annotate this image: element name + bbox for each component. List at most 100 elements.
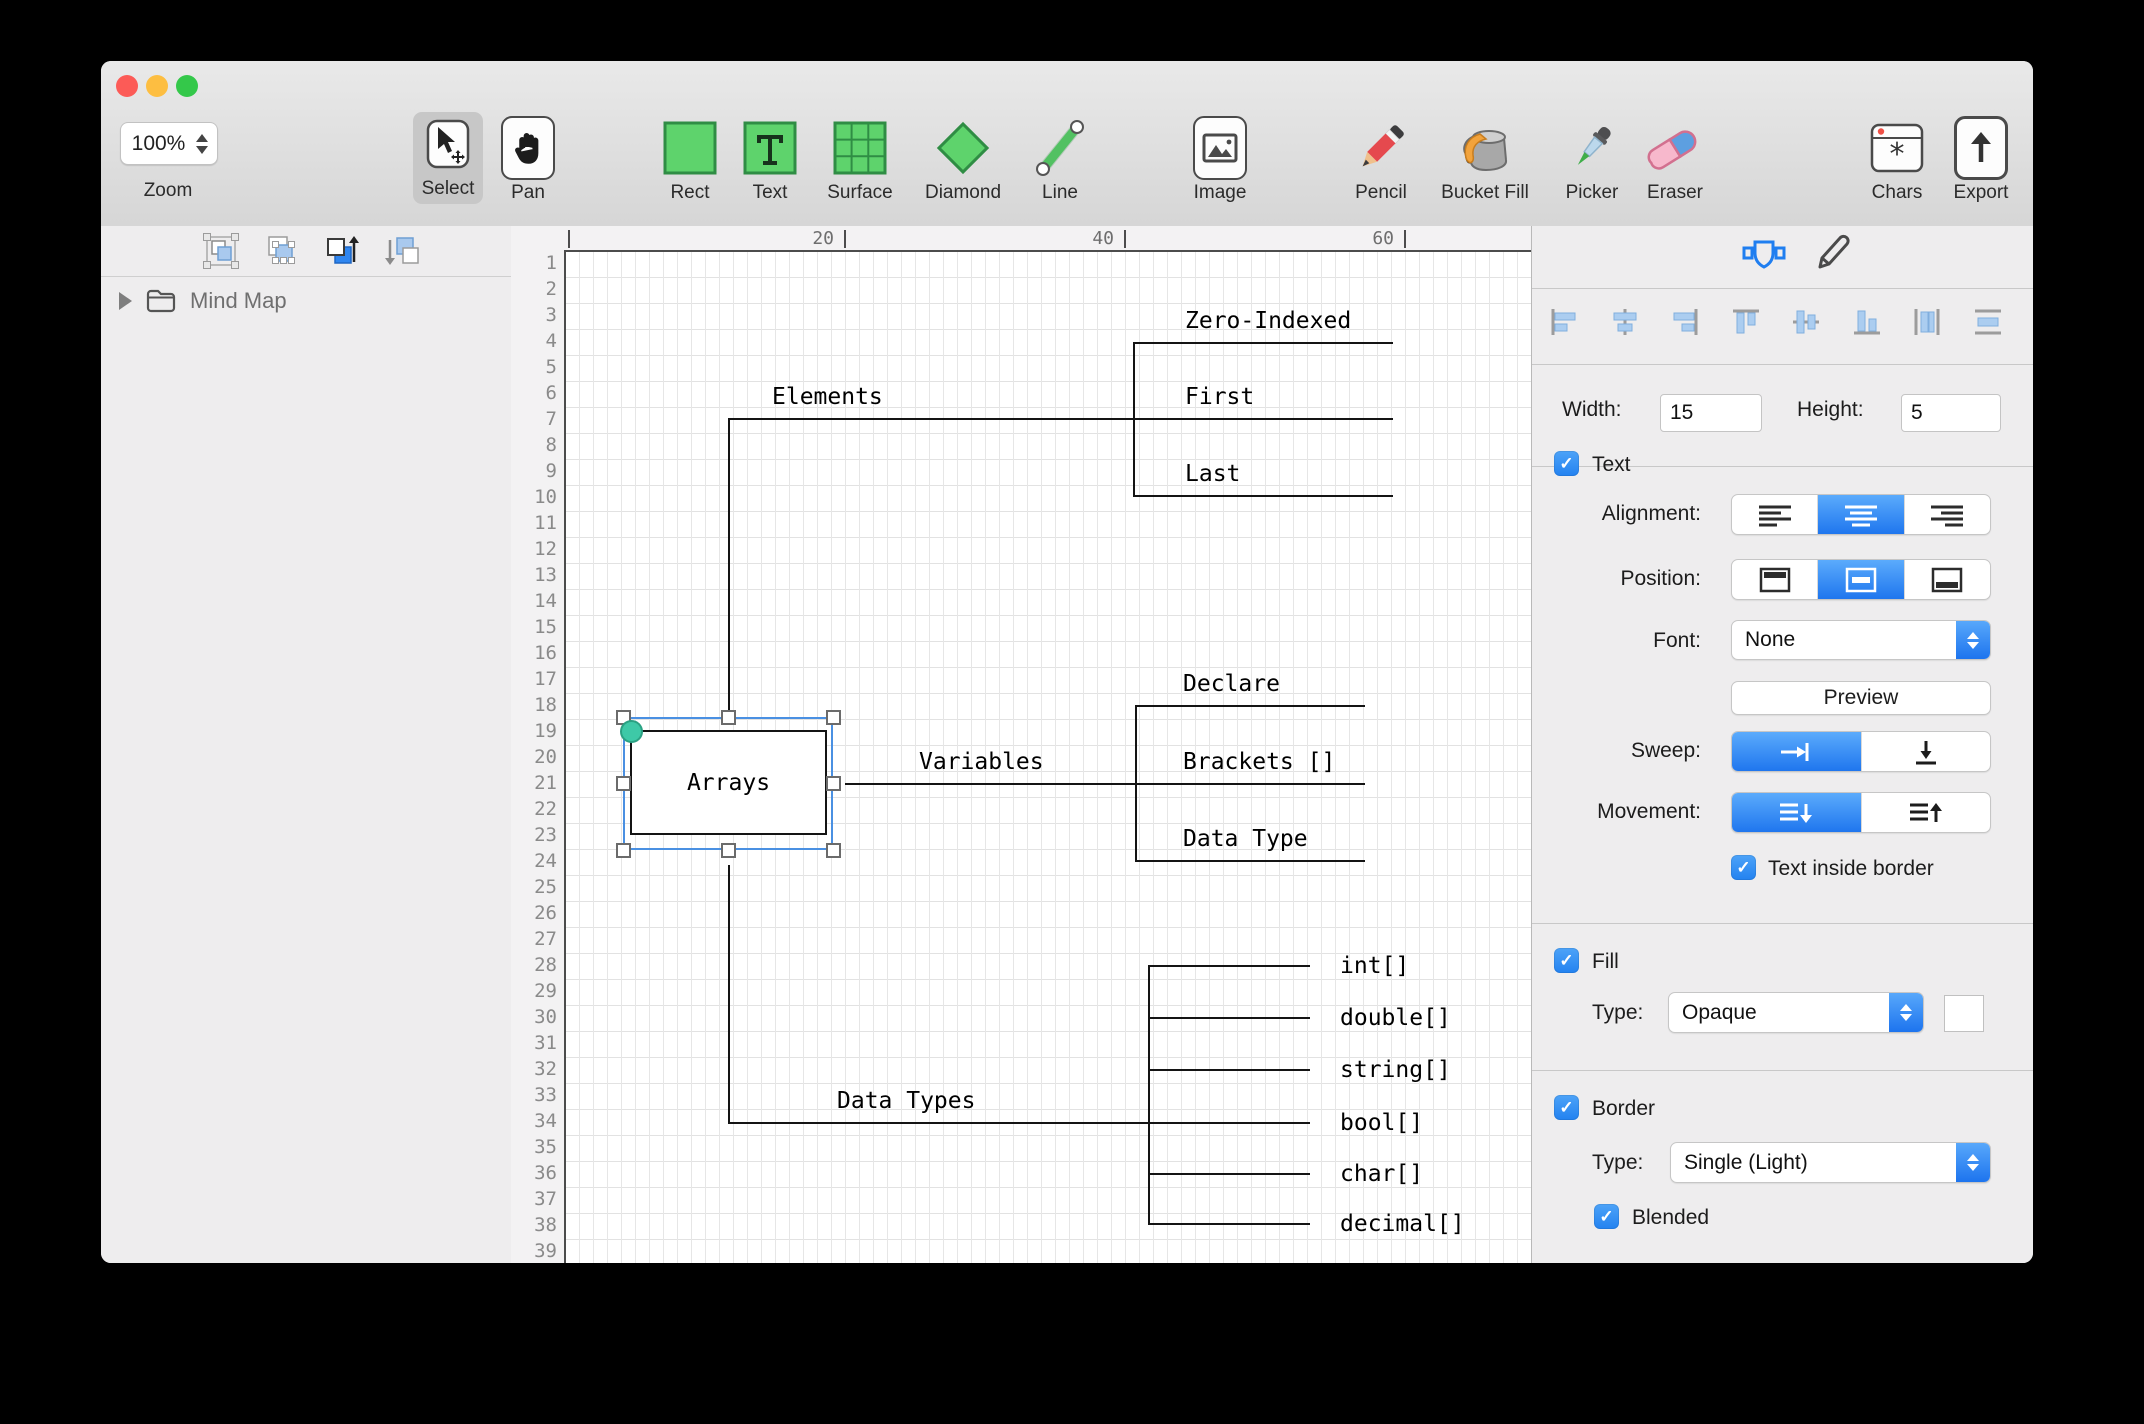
preview-button[interactable]: Preview xyxy=(1731,681,1991,715)
selection-handle-mid-right[interactable] xyxy=(826,776,841,791)
border-type-dropdown[interactable]: Single (Light) xyxy=(1670,1142,1991,1183)
rect-shape-icon xyxy=(663,116,717,180)
tool-select-label: Select xyxy=(422,178,475,200)
data-type-label[interactable]: Data Type xyxy=(1183,826,1308,852)
data-type-leaf-label[interactable]: char[] xyxy=(1340,1161,1423,1187)
position-top-segment[interactable] xyxy=(1732,560,1818,599)
data-type-leaf-label[interactable]: bool[] xyxy=(1340,1110,1423,1136)
align-top-icon[interactable] xyxy=(1731,307,1761,342)
tool-bucket-fill[interactable]: Bucket Fill xyxy=(1435,116,1535,204)
last-label[interactable]: Last xyxy=(1185,461,1240,487)
tab-style-inspector[interactable] xyxy=(1815,234,1857,279)
tool-line[interactable]: Line xyxy=(1010,116,1110,204)
zero-indexed-label[interactable]: Zero-Indexed xyxy=(1185,308,1351,334)
tool-export-label: Export xyxy=(1954,182,2009,204)
sweep-horizontal-segment[interactable] xyxy=(1732,732,1862,771)
height-input[interactable]: 5 xyxy=(1901,394,2001,432)
group-selection-icon[interactable] xyxy=(202,232,240,275)
tool-text[interactable]: Text xyxy=(720,116,820,204)
text-inside-border-checkbox[interactable]: ✓ xyxy=(1731,855,1756,880)
app-window: 100% Zoom Select Pan xyxy=(101,61,2033,1263)
align-center-h-icon[interactable] xyxy=(1610,307,1640,342)
fill-type-value: Opaque xyxy=(1669,1001,1889,1025)
variables-label[interactable]: Variables xyxy=(919,749,1044,775)
fill-color-swatch[interactable] xyxy=(1944,995,1984,1032)
position-middle-segment[interactable] xyxy=(1818,560,1904,599)
text-checkbox[interactable]: ✓ xyxy=(1554,451,1579,476)
zoom-window-button[interactable] xyxy=(176,75,198,97)
tool-pencil[interactable]: Pencil xyxy=(1331,116,1431,204)
selection-handle-top-right[interactable] xyxy=(826,710,841,725)
tool-pan[interactable]: Pan xyxy=(478,116,578,204)
tool-pan-label: Pan xyxy=(511,182,545,204)
selection-handle-mid-left[interactable] xyxy=(616,776,631,791)
data-type-leaf-label[interactable]: double[] xyxy=(1340,1005,1451,1031)
fill-type-stepper xyxy=(1889,993,1923,1032)
selection-handle-bottom-center[interactable] xyxy=(721,843,736,858)
data-type-leaf-label[interactable]: string[] xyxy=(1340,1057,1451,1083)
svg-text:*: * xyxy=(1890,137,1905,172)
first-label[interactable]: First xyxy=(1185,384,1254,410)
data-type-leaf-line xyxy=(1148,1223,1310,1225)
tool-picker-label: Picker xyxy=(1566,182,1619,204)
align-center-segment[interactable] xyxy=(1818,495,1904,534)
tool-text-label: Text xyxy=(753,182,788,204)
divider xyxy=(1532,923,2033,924)
selection-handle-bottom-right[interactable] xyxy=(826,843,841,858)
tool-diamond[interactable]: Diamond xyxy=(913,116,1013,204)
minimize-button[interactable] xyxy=(146,75,168,97)
tool-export[interactable]: Export xyxy=(1931,116,2031,204)
fill-type-dropdown[interactable]: Opaque xyxy=(1668,992,1924,1033)
distribute-v-icon[interactable] xyxy=(1973,307,2003,342)
zoom-stepper-arrows[interactable] xyxy=(196,134,208,154)
font-dropdown[interactable]: None xyxy=(1731,620,1991,660)
data-types-label[interactable]: Data Types xyxy=(837,1088,975,1114)
alignment-label: Alignment: xyxy=(1532,502,1701,526)
align-center-v-icon[interactable] xyxy=(1791,307,1821,342)
data-type-leaf-label[interactable]: decimal[] xyxy=(1340,1211,1465,1237)
declare-label[interactable]: Declare xyxy=(1183,671,1280,697)
align-right-icon[interactable] xyxy=(1670,307,1700,342)
border-checkbox[interactable]: ✓ xyxy=(1554,1095,1579,1120)
send-backward-icon[interactable] xyxy=(383,232,421,275)
rotate-handle[interactable] xyxy=(620,720,643,743)
font-dropdown-value: None xyxy=(1732,628,1956,652)
text-section-label: Text xyxy=(1592,453,1631,477)
align-right-segment[interactable] xyxy=(1905,495,1990,534)
disclosure-triangle-icon[interactable] xyxy=(119,292,132,310)
selection-handle-bottom-left[interactable] xyxy=(616,843,631,858)
align-left-segment[interactable] xyxy=(1732,495,1818,534)
canvas-area[interactable]: 204060 123456789101112131415161718192021… xyxy=(511,226,1531,1263)
movement-down-segment[interactable] xyxy=(1732,793,1862,832)
inspector-panel: Width: 15 Height: 5 ✓ Text Alignment: Po… xyxy=(1531,226,2033,1263)
distribute-h-icon[interactable] xyxy=(1912,307,1942,342)
eyedropper-icon xyxy=(1564,116,1620,180)
tab-object-inspector[interactable] xyxy=(1742,234,1786,279)
data-type-leaf-label[interactable]: int[] xyxy=(1340,953,1409,979)
width-input[interactable]: 15 xyxy=(1660,394,1762,432)
tool-surface[interactable]: Surface xyxy=(810,116,910,204)
tool-image[interactable]: Image xyxy=(1170,116,1270,204)
tool-select[interactable]: Select xyxy=(413,112,483,204)
align-left-icon[interactable] xyxy=(1549,307,1579,342)
root-node-arrays[interactable]: Arrays xyxy=(630,730,827,835)
close-button[interactable] xyxy=(116,75,138,97)
position-label: Position: xyxy=(1532,567,1701,591)
tool-rect-label: Rect xyxy=(670,182,709,204)
layer-item-mind-map[interactable]: Mind Map xyxy=(119,288,287,314)
sweep-vertical-segment[interactable] xyxy=(1862,732,1991,771)
elements-label[interactable]: Elements xyxy=(772,384,883,410)
fill-checkbox[interactable]: ✓ xyxy=(1554,948,1579,973)
ungroup-selection-icon[interactable] xyxy=(262,232,300,275)
movement-up-segment[interactable] xyxy=(1862,793,1991,832)
brackets-label[interactable]: Brackets [] xyxy=(1183,749,1335,775)
divider xyxy=(1532,1070,2033,1071)
zoom-stepper[interactable]: 100% xyxy=(120,122,218,165)
tool-eraser[interactable]: Eraser xyxy=(1625,116,1725,204)
selection-handle-top-center[interactable] xyxy=(721,710,736,725)
border-type-label: Type: xyxy=(1592,1151,1643,1175)
bring-forward-icon[interactable] xyxy=(323,232,361,275)
align-bottom-icon[interactable] xyxy=(1852,307,1882,342)
blended-checkbox[interactable]: ✓ xyxy=(1594,1204,1619,1229)
position-bottom-segment[interactable] xyxy=(1905,560,1990,599)
